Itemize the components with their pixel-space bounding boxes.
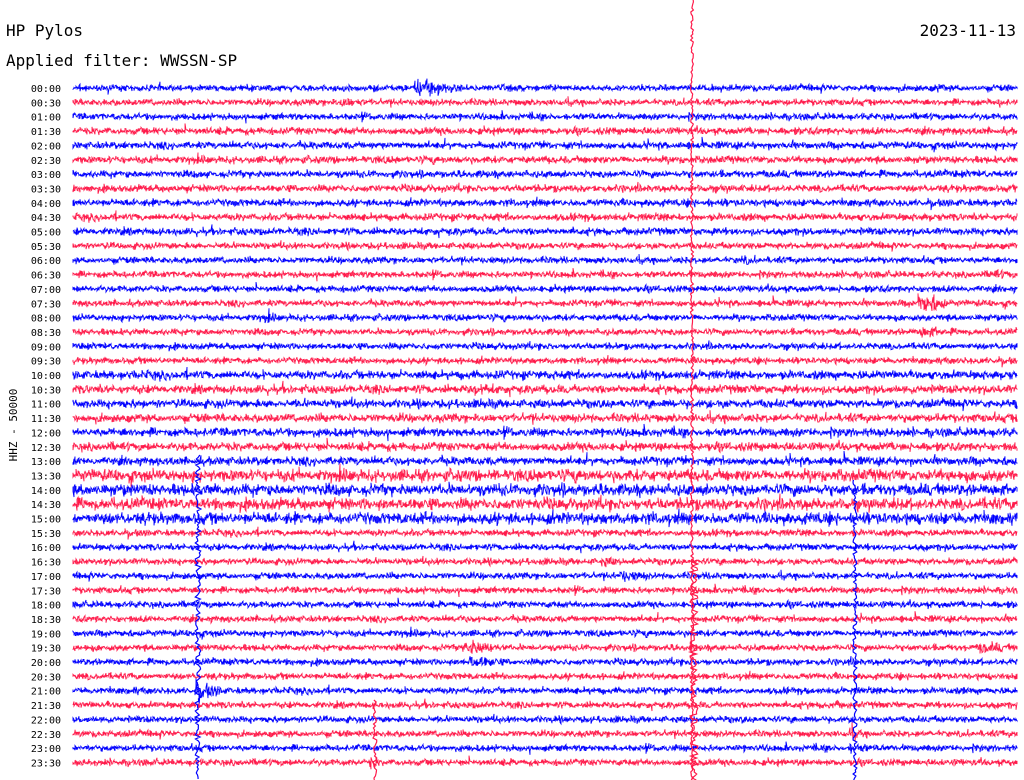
trace-row <box>72 698 1018 712</box>
trace-row <box>72 540 1018 554</box>
trace-row <box>72 366 1018 382</box>
trace-row <box>72 380 1018 398</box>
row-label: 21:00 <box>31 687 61 698</box>
row-label: 02:30 <box>31 156 61 167</box>
row-label: 13:30 <box>31 471 61 482</box>
row-label: 22:00 <box>31 715 61 726</box>
row-label: 19:30 <box>31 644 61 655</box>
row-label: 10:00 <box>31 371 61 382</box>
row-label: 03:00 <box>31 170 61 181</box>
trace-row <box>72 224 1018 239</box>
row-label: 17:00 <box>31 572 61 583</box>
trace-row <box>72 410 1018 425</box>
trace-row <box>72 268 1018 282</box>
trace-row <box>72 611 1018 625</box>
trace-row <box>72 481 1018 499</box>
row-label: 20:00 <box>31 658 61 669</box>
trace-row <box>72 136 1018 153</box>
row-label: 15:30 <box>31 529 61 540</box>
row-label: 10:30 <box>31 385 61 396</box>
trace-row <box>72 123 1018 137</box>
row-label: 03:30 <box>31 184 61 195</box>
row-label: 14:30 <box>31 500 61 511</box>
trace-row <box>72 326 1018 338</box>
row-label: 13:00 <box>31 457 61 468</box>
trace-row <box>72 78 1018 97</box>
trace-row <box>72 196 1018 211</box>
trace-row <box>72 670 1018 683</box>
trace-row <box>72 210 1018 223</box>
row-label: 22:30 <box>31 730 61 741</box>
trace-row <box>72 555 1018 568</box>
row-label: 07:30 <box>31 299 61 310</box>
row-label: 04:00 <box>31 199 61 210</box>
y-axis-label: HHZ - 50000 <box>7 389 20 462</box>
row-label: 09:30 <box>31 357 61 368</box>
trace-row <box>72 355 1018 368</box>
row-label: 02:00 <box>31 141 61 152</box>
trace-row <box>72 450 1018 468</box>
traces <box>72 0 1018 780</box>
trace-row <box>72 340 1018 352</box>
trace-row <box>72 569 1018 582</box>
row-labels: 00:00 00:30 01:00 01:30 02:00 02:30 03:00 03:30… <box>31 84 61 769</box>
trace-row <box>72 308 1018 324</box>
row-label: 08:30 <box>31 328 61 339</box>
row-label: 17:30 <box>31 586 61 597</box>
row-label: 23:00 <box>31 744 61 755</box>
trace-row <box>72 741 1018 755</box>
trace-row <box>72 722 1018 742</box>
row-label: 04:30 <box>31 213 61 224</box>
row-label: 12:30 <box>31 443 61 454</box>
row-label: 00:00 <box>31 84 61 95</box>
row-label: 06:30 <box>31 271 61 282</box>
trace-row <box>72 423 1018 442</box>
trace-row <box>72 168 1018 180</box>
trace-row <box>72 437 1018 454</box>
row-label: 15:00 <box>31 515 61 526</box>
row-label: 21:30 <box>31 701 61 712</box>
helicorder-plot: HHZ - 50000 00:00 00:30 01:00 01:30 02:00 02:… <box>7 0 1018 780</box>
spike-column <box>372 699 378 780</box>
trace-row <box>72 282 1018 295</box>
row-label: 16:00 <box>31 543 61 554</box>
row-label: 11:00 <box>31 400 61 411</box>
trace-row <box>72 508 1018 528</box>
trace-row <box>72 293 1018 312</box>
row-label: 18:00 <box>31 601 61 612</box>
trace-row <box>72 240 1018 252</box>
row-label: 23:30 <box>31 758 61 769</box>
trace-row <box>72 526 1018 540</box>
row-label: 12:00 <box>31 428 61 439</box>
row-label: 09:00 <box>31 342 61 353</box>
row-label: 00:30 <box>31 98 61 109</box>
row-label: 05:00 <box>31 228 61 239</box>
trace-row <box>72 110 1018 124</box>
row-label: 07:00 <box>31 285 61 296</box>
trace-row <box>72 181 1018 194</box>
trace-row <box>72 96 1018 108</box>
row-label: 11:30 <box>31 414 61 425</box>
row-label: 16:30 <box>31 558 61 569</box>
trace-row <box>72 152 1018 166</box>
row-label: 19:00 <box>31 629 61 640</box>
trace-row <box>72 656 1018 668</box>
trace-row <box>72 755 1018 770</box>
row-label: 08:00 <box>31 314 61 325</box>
trace-row <box>72 396 1018 412</box>
row-label: 01:30 <box>31 127 61 138</box>
row-label: 18:30 <box>31 615 61 626</box>
trace-row <box>72 639 1018 654</box>
trace-row <box>72 583 1018 598</box>
trace-row <box>72 493 1018 513</box>
trace-row <box>72 626 1018 640</box>
row-label: 20:30 <box>31 672 61 683</box>
trace-row <box>72 254 1018 266</box>
row-label: 06:00 <box>31 256 61 267</box>
trace-row <box>72 713 1018 726</box>
row-label: 14:00 <box>31 486 61 497</box>
trace-row <box>72 597 1018 610</box>
row-label: 01:00 <box>31 113 61 124</box>
row-label: 05:30 <box>31 242 61 253</box>
